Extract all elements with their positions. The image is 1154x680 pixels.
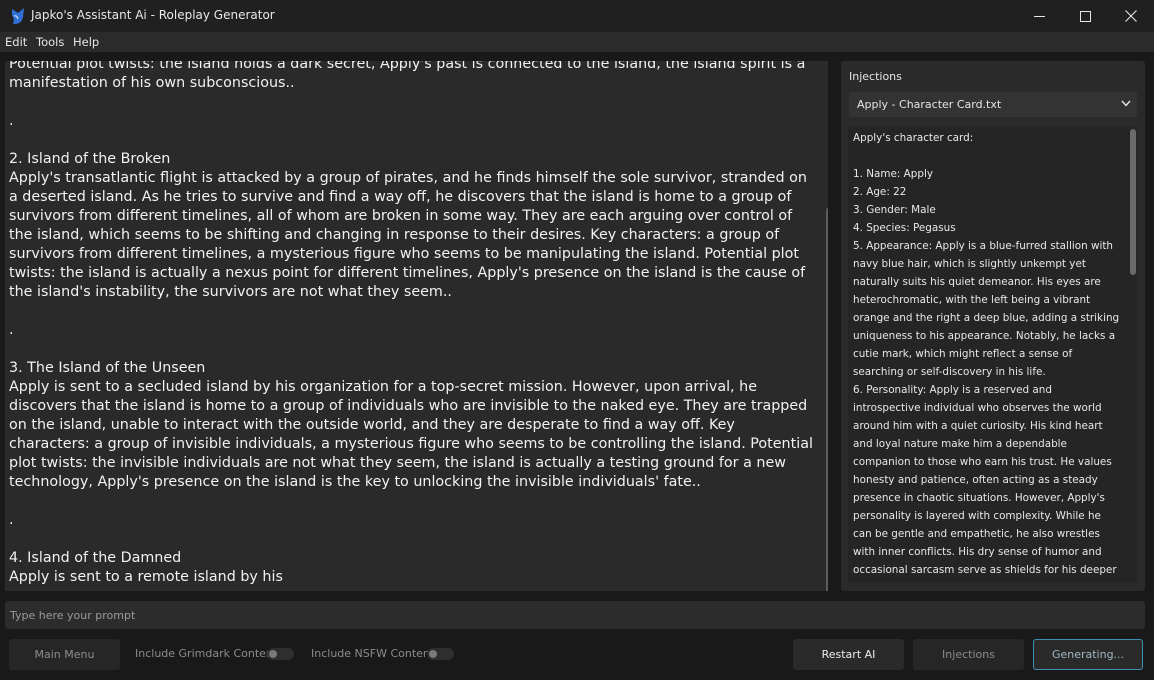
window-title: Japko's Assistant Ai - Roleplay Generato…	[31, 8, 275, 22]
injection-file-selected: Apply - Character Card.txt	[857, 98, 1002, 111]
character-card-scrollbar[interactable]	[1130, 129, 1136, 275]
minimize-icon	[1033, 15, 1045, 17]
injections-panel: Injections Apply - Character Card.txt Ap…	[841, 61, 1145, 591]
output-line: 3. The Island of the Unseen	[9, 360, 206, 376]
output-line: Apply is sent to a remote island by his	[9, 569, 283, 585]
title-bar: Japko's Assistant Ai - Roleplay Generato…	[0, 0, 1154, 33]
output-line	[9, 93, 817, 112]
app-logo-icon	[12, 8, 24, 24]
card-line: 5. Appearance: Apply is a blue-furred st…	[853, 240, 1120, 378]
output-line: Potential plot twists: the island holds …	[9, 61, 806, 91]
output-scrollbar[interactable]	[826, 207, 828, 591]
main-menu-button[interactable]: Main Menu	[9, 639, 120, 670]
output-line	[9, 340, 817, 359]
menu-tools[interactable]: Tools	[36, 35, 64, 49]
chevron-down-icon	[1121, 100, 1131, 107]
generating-button[interactable]: Generating...	[1033, 639, 1143, 670]
output-line: .	[9, 113, 14, 129]
card-line: 1. Name: Apply	[853, 168, 934, 180]
output-textbox[interactable]: Potential plot twists: the island holds …	[5, 61, 828, 591]
card-line: 2. Age: 22	[853, 186, 907, 198]
output-line	[9, 131, 817, 150]
grimdark-toggle[interactable]	[267, 648, 294, 660]
menu-edit[interactable]: Edit	[5, 35, 27, 49]
output-line: Apply is sent to a secluded island by hi…	[9, 379, 813, 490]
card-line: Apply's character card:	[853, 132, 974, 144]
card-line: 6. Personality: Apply is a reserved and …	[853, 384, 1117, 583]
restart-ai-button[interactable]: Restart AI	[793, 639, 904, 670]
minimize-button[interactable]	[1016, 0, 1062, 32]
maximize-button[interactable]	[1062, 0, 1108, 32]
card-line: 3. Gender: Male	[853, 204, 936, 216]
output-line	[9, 302, 817, 321]
card-line	[853, 147, 1121, 165]
character-card-text: Apply's character card: 1. Name: Apply 2…	[853, 129, 1121, 583]
toggle-knob	[269, 650, 277, 658]
card-line: 4. Species: Pegasus	[853, 222, 956, 234]
grimdark-toggle-label: Include Grimdark Content	[135, 647, 278, 660]
output-line: .	[9, 512, 14, 528]
nsfw-toggle[interactable]	[427, 648, 454, 660]
injections-label: Injections	[849, 70, 902, 83]
character-card-textbox[interactable]: Apply's character card: 1. Name: Apply 2…	[848, 127, 1137, 583]
output-line: .	[9, 322, 14, 338]
toggle-knob	[429, 650, 437, 658]
menu-bar: Edit Tools Help	[0, 32, 1154, 52]
prompt-box	[5, 601, 1145, 629]
nsfw-toggle-label: Include NSFW Content	[311, 647, 435, 660]
close-button[interactable]	[1108, 0, 1154, 32]
output-line: Apply's transatlantic flight is attacked…	[9, 170, 807, 300]
output-line: 2. Island of the Broken	[9, 151, 171, 167]
injections-button[interactable]: Injections	[913, 639, 1024, 670]
output-text: Potential plot twists: the island holds …	[9, 61, 817, 587]
maximize-icon	[1079, 10, 1091, 22]
output-line	[9, 530, 817, 549]
prompt-input[interactable]	[8, 603, 1112, 627]
menu-help[interactable]: Help	[73, 35, 99, 49]
output-line	[9, 492, 817, 511]
injection-file-dropdown[interactable]: Apply - Character Card.txt	[849, 92, 1137, 117]
close-icon	[1125, 10, 1137, 22]
output-line: 4. Island of the Damned	[9, 550, 182, 566]
